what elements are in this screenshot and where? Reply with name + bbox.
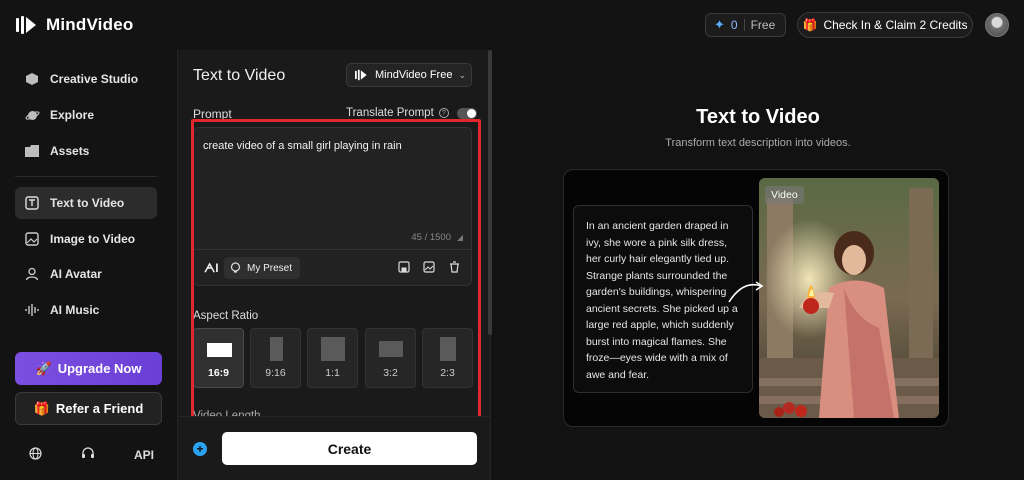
help-icon[interactable]: ? (438, 108, 449, 118)
app-logo[interactable]: MindVideo (14, 13, 133, 37)
top-bar: MindVideo ✦ 0 Free 🎁 Check In & Claim 2 … (0, 0, 1024, 50)
waveform-icon (24, 302, 40, 318)
credits-plan: Free (750, 18, 776, 32)
gift-icon: 🎁 (802, 18, 818, 32)
support-headset-icon[interactable] (81, 447, 95, 463)
planet-icon (24, 107, 40, 123)
api-link[interactable]: API (134, 448, 154, 462)
sidebar: Creative Studio Explore Assets Text to V… (0, 50, 172, 480)
credits-separator (743, 19, 745, 31)
text-video-icon (24, 195, 40, 211)
highlight-frame (191, 119, 481, 449)
preview-subtitle: Transform text description into videos. (665, 137, 851, 149)
curved-arrow-icon (728, 281, 764, 303)
sidebar-item-image-to-video[interactable]: Image to Video (15, 223, 157, 255)
sidebar-item-assets[interactable]: Assets (15, 135, 157, 167)
example-video-thumbnail[interactable]: Video (759, 178, 939, 418)
avatar-icon (24, 266, 40, 282)
model-select[interactable]: MindVideo Free ⌄ (346, 63, 472, 87)
globe-icon[interactable] (29, 447, 42, 463)
video-badge: Video (765, 186, 804, 204)
sidebar-item-creative-studio[interactable]: Creative Studio (15, 63, 157, 95)
preview-title: Text to Video (696, 106, 820, 128)
upgrade-label: Upgrade Now (57, 361, 142, 376)
rocket-icon: 🚀 (35, 360, 52, 376)
sidebar-item-label: Explore (50, 108, 95, 122)
example-description: In an ancient garden draped in ivy, she … (573, 205, 753, 393)
refer-label: Refer a Friend (55, 401, 144, 416)
preview-pane: Text to Video Transform text description… (492, 50, 1024, 480)
gift-icon: 🎁 (33, 400, 50, 416)
sidebar-item-label: AI Music (50, 303, 100, 317)
panel-title: Text to Video (193, 67, 286, 84)
sidebar-item-text-to-video[interactable]: Text to Video (15, 187, 157, 219)
generation-form: Text to Video MindVideo Free ⌄ Prompt Tr… (177, 50, 492, 480)
chevron-down-icon: ⌄ (458, 69, 466, 80)
example-illustration (759, 178, 939, 418)
sparkle-icon: ✦ (714, 17, 725, 32)
sidebar-item-label: Text to Video (50, 196, 125, 210)
refer-a-friend-button[interactable]: 🎁 Refer a Friend (15, 392, 162, 425)
plus-icon[interactable]: + (193, 442, 207, 456)
translate-toggle[interactable] (456, 107, 477, 119)
translate-prompt-row: Translate Prompt ? (346, 107, 477, 119)
sidebar-item-ai-avatar[interactable]: AI Avatar (15, 258, 157, 290)
sidebar-item-label: AI Avatar (50, 267, 102, 281)
check-in-label: Check In & Claim 2 Credits (823, 18, 968, 32)
sidebar-divider (15, 176, 157, 177)
image-icon (24, 231, 40, 247)
sidebar-item-label: Assets (50, 144, 90, 158)
sidebar-item-explore[interactable]: Explore (15, 99, 157, 131)
credits-count: 0 (730, 18, 738, 32)
create-bar: + Create (178, 416, 490, 480)
upgrade-now-button[interactable]: 🚀 Upgrade Now (15, 352, 162, 385)
model-logo-icon (355, 69, 367, 81)
check-in-button[interactable]: 🎁 Check In & Claim 2 Credits (797, 12, 973, 38)
folder-icon (24, 143, 40, 159)
model-select-value: MindVideo Free (375, 69, 453, 81)
sidebar-footer: API (15, 446, 162, 464)
cube-icon (24, 71, 40, 87)
sidebar-item-label: Image to Video (50, 232, 136, 246)
user-avatar[interactable] (985, 13, 1009, 37)
sidebar-item-ai-music[interactable]: AI Music (15, 294, 157, 326)
example-card: In an ancient garden draped in ivy, she … (563, 169, 949, 427)
app-name: MindVideo (46, 15, 134, 34)
translate-label: Translate Prompt (346, 107, 434, 119)
credits-pill[interactable]: ✦ 0 Free (705, 13, 786, 37)
sidebar-item-label: Creative Studio (50, 72, 139, 86)
create-button[interactable]: Create (222, 432, 477, 465)
logo-icon (16, 16, 36, 34)
